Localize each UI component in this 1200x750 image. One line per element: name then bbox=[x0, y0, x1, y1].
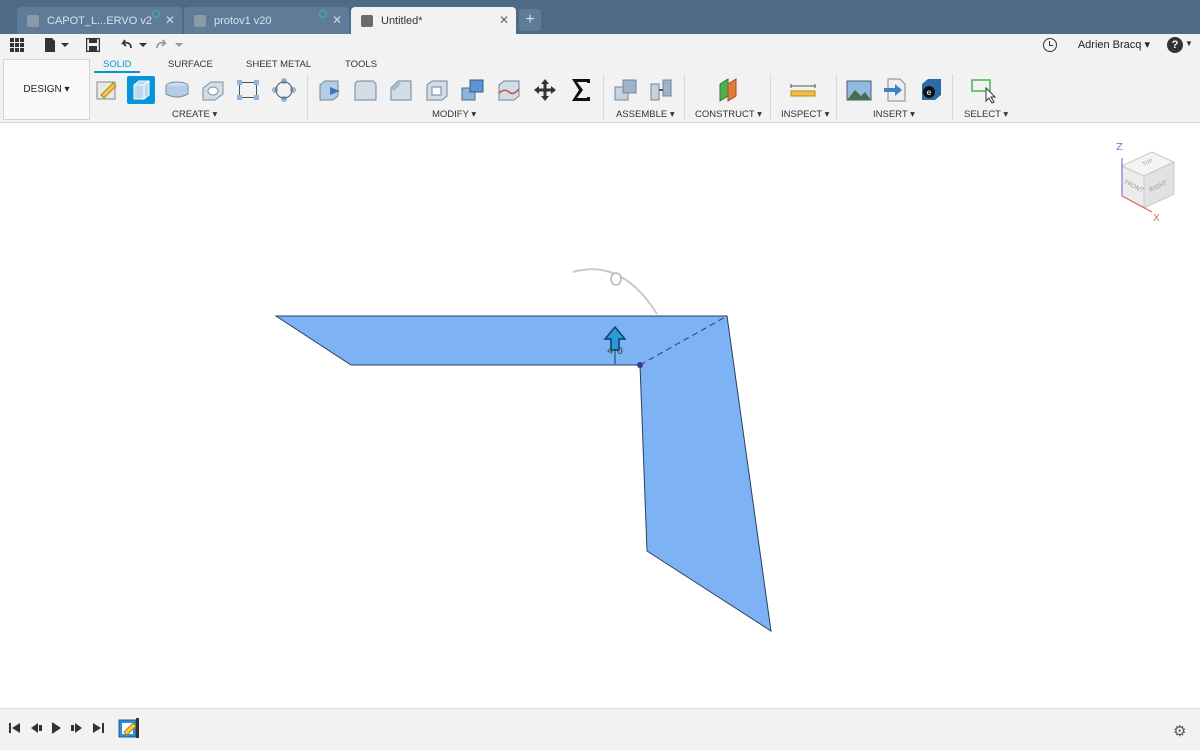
new-component-icon[interactable] bbox=[612, 76, 640, 104]
tab-tools[interactable]: TOOLS bbox=[345, 59, 377, 70]
document-tab-untitled[interactable]: Untitled* ✕ bbox=[351, 7, 516, 34]
active-tab-indicator bbox=[94, 71, 140, 73]
combine-icon[interactable] bbox=[459, 76, 487, 104]
move-copy-icon[interactable] bbox=[531, 76, 559, 104]
chamfer-icon[interactable] bbox=[387, 76, 415, 104]
timeline-sketch-feature-icon[interactable] bbox=[118, 717, 140, 739]
viewcube[interactable]: TOP FRONT RIGHT Z X bbox=[1108, 138, 1180, 222]
chevron-down-icon[interactable]: ▼ bbox=[1185, 39, 1193, 48]
group-label: ASSEMBLE bbox=[616, 109, 668, 120]
mirror-pattern-icon[interactable] bbox=[270, 76, 298, 104]
workspace-label: DESIGN bbox=[23, 84, 62, 95]
sketch-point[interactable] bbox=[637, 362, 643, 368]
timeline-bar: ⚙ bbox=[0, 708, 1200, 750]
group-assemble[interactable]: ASSEMBLE ▾ bbox=[616, 109, 675, 120]
step-forward-icon[interactable] bbox=[70, 721, 84, 735]
close-icon[interactable]: ✕ bbox=[499, 13, 509, 27]
offset-plane-icon[interactable] bbox=[714, 76, 742, 104]
job-status-clock-icon[interactable] bbox=[1043, 38, 1057, 52]
step-back-icon[interactable] bbox=[29, 721, 43, 735]
extrude-icon[interactable] bbox=[127, 76, 155, 104]
z-axis-label: Z bbox=[1116, 142, 1123, 153]
group-label: MODIFY bbox=[432, 109, 469, 120]
help-icon[interactable]: ? bbox=[1167, 37, 1183, 53]
x-axis-label: X bbox=[1153, 213, 1160, 222]
document-tab-capot[interactable]: CAPOT_L...ERVO v2 ✕ bbox=[17, 7, 182, 34]
tab-solid[interactable]: SOLID bbox=[103, 59, 132, 70]
go-to-start-icon[interactable] bbox=[8, 721, 22, 735]
gear-icon[interactable]: ⚙ bbox=[1173, 722, 1186, 740]
replace-face-icon[interactable] bbox=[495, 76, 523, 104]
group-label: INSPECT bbox=[781, 109, 823, 120]
design-canvas[interactable]: 4.0 TOP FRONT RIGHT Z X bbox=[0, 124, 1200, 708]
group-inspect[interactable]: INSPECT ▾ bbox=[781, 109, 829, 120]
component-icon bbox=[27, 14, 39, 27]
press-pull-icon[interactable] bbox=[316, 76, 344, 104]
fillet-icon[interactable] bbox=[351, 76, 379, 104]
toolbar-ribbon: DESIGN ▾ SOLID SURFACE SHEET METAL TOOLS… bbox=[0, 57, 1200, 123]
select-window-icon[interactable] bbox=[970, 76, 998, 104]
tab-label: Untitled* bbox=[381, 14, 423, 27]
redo-icon[interactable] bbox=[155, 38, 185, 52]
app-grid-icon[interactable] bbox=[10, 38, 24, 52]
group-divider bbox=[770, 74, 771, 120]
group-label: CREATE bbox=[172, 109, 210, 120]
group-divider bbox=[952, 74, 953, 120]
insert-mcmaster-icon[interactable]: e bbox=[917, 76, 945, 104]
joint-icon[interactable] bbox=[647, 76, 675, 104]
group-label: CONSTRUCT bbox=[695, 109, 755, 120]
group-divider bbox=[684, 74, 685, 120]
group-divider bbox=[603, 74, 604, 120]
insert-derive-icon[interactable] bbox=[881, 76, 909, 104]
compute-all-icon[interactable] bbox=[567, 76, 595, 104]
group-label: INSERT bbox=[873, 109, 908, 120]
tab-surface[interactable]: SURFACE bbox=[168, 59, 213, 70]
rotation-handle[interactable] bbox=[610, 272, 622, 286]
user-name: Adrien Bracq bbox=[1077, 39, 1142, 51]
group-create[interactable]: CREATE ▾ bbox=[172, 109, 217, 120]
svg-text:e: e bbox=[927, 88, 932, 97]
sketch-profile-region[interactable] bbox=[274, 315, 772, 633]
group-modify[interactable]: MODIFY ▾ bbox=[432, 109, 476, 120]
tab-sheet-metal[interactable]: SHEET METAL bbox=[246, 59, 311, 70]
file-menu-icon[interactable] bbox=[44, 38, 70, 52]
workspace-switcher[interactable]: DESIGN ▾ bbox=[3, 59, 90, 120]
document-tab-bar: CAPOT_L...ERVO v2 ✕ protov1 v20 ✕ Untitl… bbox=[0, 0, 1200, 34]
group-divider bbox=[307, 74, 308, 120]
tab-label: CAPOT_L...ERVO v2 bbox=[47, 14, 152, 27]
undo-icon[interactable] bbox=[119, 38, 149, 52]
close-icon[interactable]: ✕ bbox=[165, 13, 175, 27]
component-icon bbox=[361, 14, 373, 27]
measure-icon[interactable] bbox=[789, 76, 817, 104]
quick-access-toolbar: Adrien Bracq ▾ ? ▼ bbox=[0, 34, 1200, 57]
user-account-menu[interactable]: Adrien Bracq ▾ bbox=[1078, 38, 1150, 51]
component-icon bbox=[194, 14, 206, 27]
hole-icon[interactable] bbox=[199, 76, 227, 104]
save-icon[interactable] bbox=[86, 38, 100, 52]
group-select[interactable]: SELECT ▾ bbox=[964, 109, 1008, 120]
play-icon[interactable] bbox=[49, 721, 63, 735]
new-tab-button[interactable]: + bbox=[519, 9, 541, 31]
document-tab-protov1[interactable]: protov1 v20 ✕ bbox=[184, 7, 349, 34]
tab-label: protov1 v20 bbox=[214, 14, 272, 27]
go-to-end-icon[interactable] bbox=[91, 721, 105, 735]
group-construct[interactable]: CONSTRUCT ▾ bbox=[695, 109, 762, 120]
revolve-icon[interactable] bbox=[163, 76, 191, 104]
create-sketch-icon[interactable] bbox=[93, 76, 121, 104]
extrude-distance-label: 4.0 bbox=[607, 346, 623, 357]
group-insert[interactable]: INSERT ▾ bbox=[873, 109, 915, 120]
close-icon[interactable]: ✕ bbox=[332, 13, 342, 27]
sync-status-icon bbox=[152, 10, 160, 18]
pattern-icon[interactable] bbox=[234, 76, 262, 104]
shell-icon[interactable] bbox=[423, 76, 451, 104]
sync-status-icon bbox=[319, 10, 327, 18]
group-divider bbox=[836, 74, 837, 120]
insert-canvas-icon[interactable] bbox=[845, 76, 873, 104]
group-label: SELECT bbox=[964, 109, 1001, 120]
viewport-scene: 4.0 bbox=[274, 268, 772, 633]
